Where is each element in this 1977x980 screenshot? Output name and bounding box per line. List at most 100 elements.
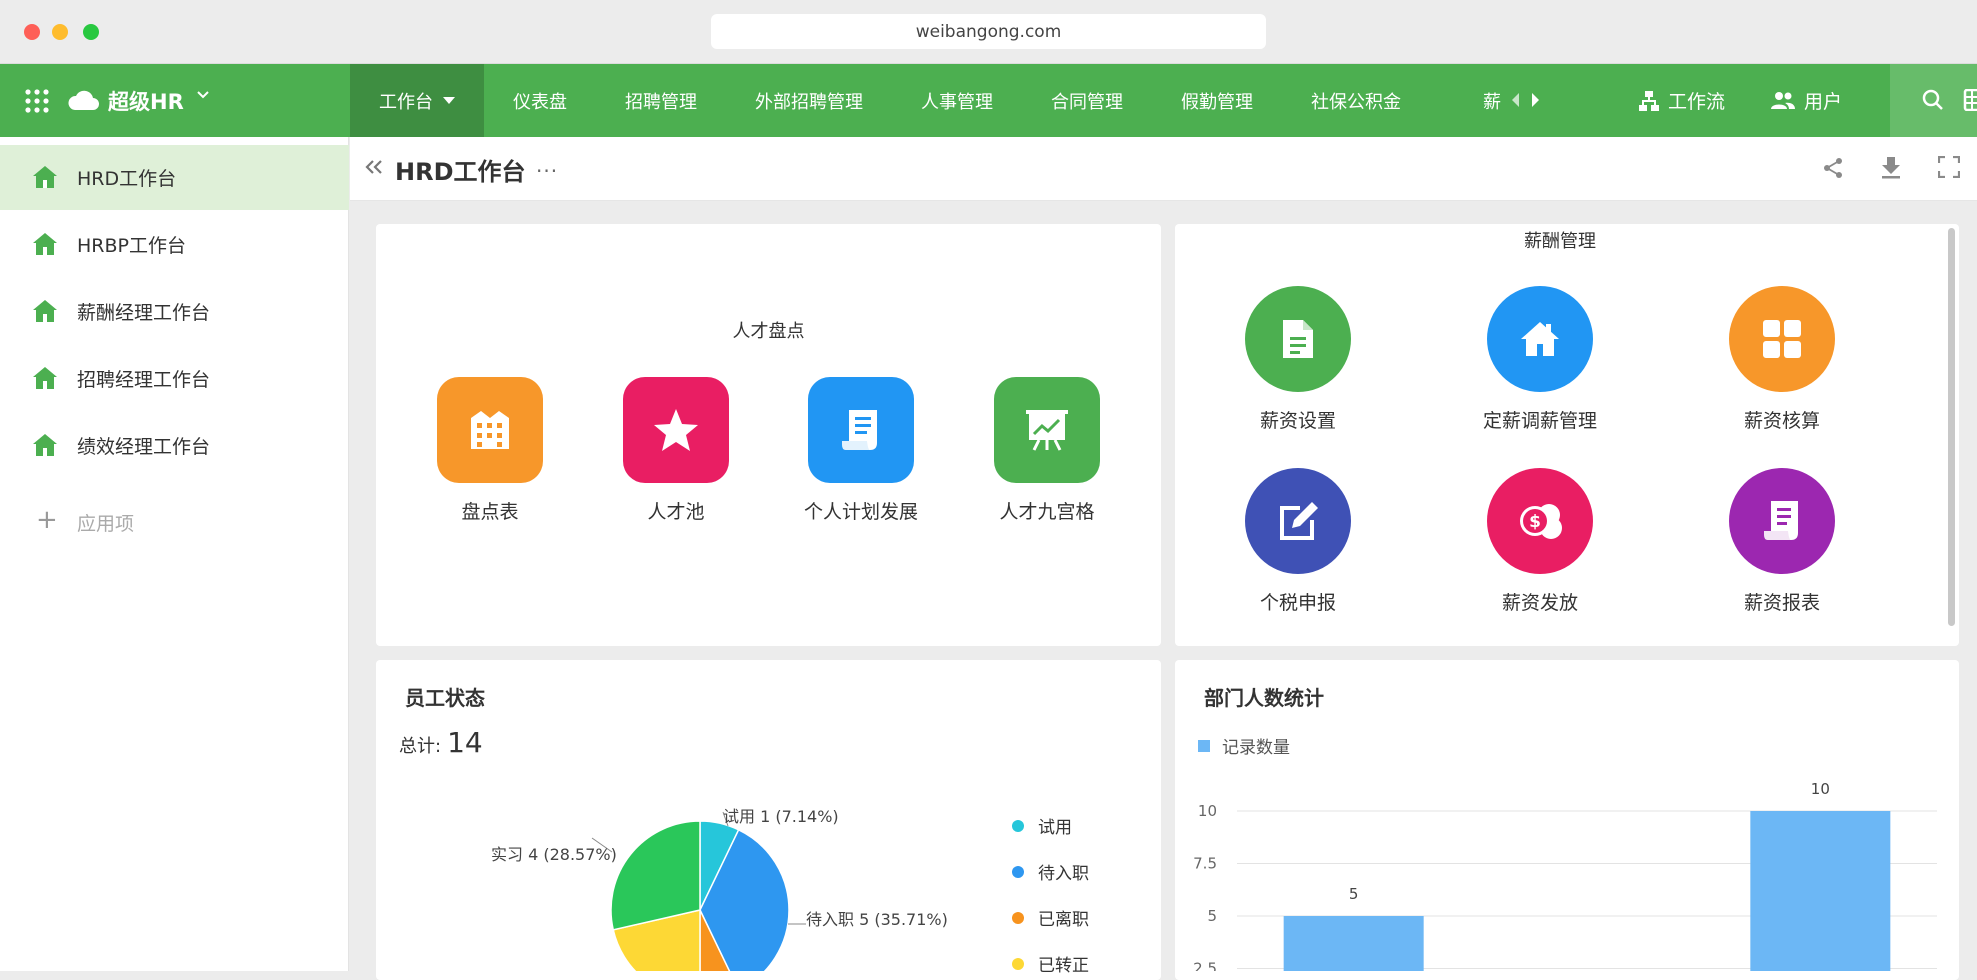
tile-label: 薪资报表 bbox=[1743, 592, 1820, 614]
nav-item-label: 社保公积金 bbox=[1311, 91, 1401, 113]
house-icon bbox=[1521, 322, 1559, 356]
more-options-icon[interactable]: ··· bbox=[536, 159, 558, 183]
plus-icon: + bbox=[36, 505, 58, 535]
tile-label: 个人计划发展 bbox=[803, 501, 918, 523]
close-window-button[interactable] bbox=[24, 24, 40, 40]
tile-salary-adjustment[interactable]: 定薪调薪管理 bbox=[1460, 286, 1620, 433]
page-title: HRD工作台 bbox=[395, 158, 526, 186]
tile-icon-bg bbox=[1245, 468, 1351, 574]
tile-salary-settings[interactable]: 薪资设置 bbox=[1218, 286, 1378, 433]
legend-dot bbox=[1012, 819, 1024, 832]
download-icon[interactable] bbox=[1880, 155, 1902, 179]
tile-icon-bg bbox=[1729, 468, 1835, 574]
bar[interactable] bbox=[1283, 916, 1424, 971]
pie-slice-4[interactable] bbox=[610, 820, 701, 931]
share-icon[interactable] bbox=[1822, 157, 1844, 179]
tile-payroll-calculation[interactable]: 薪资核算 bbox=[1702, 286, 1862, 433]
tile-inventory-sheet[interactable]: 盘点表 bbox=[410, 377, 570, 524]
tile-salary-payment[interactable]: $ 薪资发放 bbox=[1460, 468, 1620, 615]
sidebar-item-performance-workbench[interactable]: 绩效经理工作台 bbox=[0, 413, 349, 478]
nav-item-social-security[interactable]: 社保公积金 bbox=[1282, 64, 1430, 137]
sidebar-item-label: HRBP工作台 bbox=[77, 235, 186, 257]
slice-label-intern: 实习 4 (28.57%) bbox=[491, 845, 617, 864]
tile-label: 人才池 bbox=[647, 501, 705, 523]
maximize-window-button[interactable] bbox=[83, 24, 99, 40]
nav-item-attendance[interactable]: 假勤管理 bbox=[1152, 64, 1282, 137]
nav-item-contract[interactable]: 合同管理 bbox=[1022, 64, 1152, 137]
slice-label-pending: 待入职 5 (35.71%) bbox=[806, 910, 948, 929]
tile-talent-pool[interactable]: 人才池 bbox=[596, 377, 756, 524]
tile-label: 定薪调薪管理 bbox=[1482, 410, 1597, 432]
document-icon bbox=[1283, 320, 1313, 358]
top-navigation: 超级HR 工作台 仪表盘 招聘管理 外部招聘管理 人事管理 合同管理 假勤管理 … bbox=[0, 64, 1977, 137]
legend-label: 记录数量 bbox=[1222, 738, 1290, 758]
tile-icon-bg bbox=[623, 377, 729, 483]
fullscreen-icon[interactable] bbox=[1938, 156, 1960, 178]
total-label: 总计: bbox=[399, 736, 442, 757]
home-icon bbox=[33, 166, 57, 188]
browser-titlebar: weibangong.com bbox=[0, 0, 1977, 64]
talent-review-title: 人才盘点 bbox=[732, 321, 805, 342]
sidebar-item-hrd-workbench[interactable]: HRD工作台 bbox=[0, 145, 349, 210]
y-tick-label: 5 bbox=[1207, 907, 1217, 925]
legend-dot bbox=[1012, 911, 1024, 924]
nav-item-external-recruitment[interactable]: 外部招聘管理 bbox=[726, 64, 892, 137]
tile-income-tax-filing[interactable]: 个税申报 bbox=[1218, 468, 1378, 615]
nav-item-label: 外部招聘管理 bbox=[755, 91, 863, 113]
nav-item-workbench[interactable]: 工作台 bbox=[350, 64, 484, 137]
home-icon bbox=[33, 434, 57, 456]
legend-dot bbox=[1012, 865, 1024, 878]
y-tick-label: 10 bbox=[1198, 802, 1217, 820]
bar-legend-record-count[interactable]: 记录数量 bbox=[1198, 733, 1290, 758]
employee-status-title: 员工状态 bbox=[405, 686, 485, 710]
bar[interactable] bbox=[1750, 811, 1891, 971]
tile-nine-box-grid[interactable]: 人才九宫格 bbox=[967, 377, 1127, 524]
add-app-item-button[interactable]: + 应用项 bbox=[0, 497, 349, 547]
workflow-label: 工作流 bbox=[1668, 91, 1726, 113]
svg-text:$: $ bbox=[1529, 512, 1541, 532]
brand-name: 超级HR bbox=[108, 90, 184, 114]
users-button[interactable]: 用户 bbox=[1770, 64, 1842, 137]
slice-label-trial: 试用 1 (7.14%) bbox=[723, 807, 839, 826]
tile-salary-report[interactable]: 薪资报表 bbox=[1702, 468, 1862, 615]
users-icon bbox=[1771, 91, 1795, 109]
double-chevron-left-icon[interactable] bbox=[364, 158, 384, 176]
total-value: 14 bbox=[447, 726, 483, 759]
legend-dot bbox=[1012, 957, 1024, 970]
tile-label: 薪资核算 bbox=[1743, 410, 1820, 432]
legend-label: 已转正 bbox=[1038, 956, 1089, 976]
nav-item-personnel[interactable]: 人事管理 bbox=[892, 64, 1022, 137]
legend-item-trial[interactable]: 试用 bbox=[1012, 813, 1072, 838]
scroll-document-icon bbox=[842, 410, 877, 450]
home-icon bbox=[33, 233, 57, 255]
nav-item-salary-truncated[interactable]: 薪 bbox=[1483, 64, 1511, 137]
apps-grid-icon[interactable] bbox=[24, 88, 50, 114]
tile-personal-development-plan[interactable]: 个人计划发展 bbox=[781, 377, 941, 524]
sidebar-item-compensation-workbench[interactable]: 薪酬经理工作台 bbox=[0, 279, 349, 344]
salary-card-scrollbar[interactable] bbox=[1948, 228, 1955, 626]
workflow-button[interactable]: 工作流 bbox=[1638, 64, 1725, 137]
legend-item-pending[interactable]: 待入职 bbox=[1012, 859, 1089, 884]
talent-review-card: 人才盘点 盘点表 人才池 个人计划发展 人才九宫格 bbox=[376, 224, 1161, 646]
workflow-icon bbox=[1639, 90, 1659, 111]
legend-swatch bbox=[1198, 739, 1210, 752]
sidebar-item-hrbp-workbench[interactable]: HRBP工作台 bbox=[0, 212, 349, 277]
nav-scroll-right-icon[interactable] bbox=[1530, 91, 1542, 109]
search-icon[interactable] bbox=[1921, 88, 1945, 112]
cloud-icon bbox=[68, 90, 99, 110]
nav-item-label: 合同管理 bbox=[1051, 91, 1123, 113]
tile-icon-bg: $ bbox=[1487, 468, 1593, 574]
nav-scroll-left-icon[interactable] bbox=[1509, 91, 1521, 109]
nav-item-recruitment[interactable]: 招聘管理 bbox=[596, 64, 726, 137]
minimize-window-button[interactable] bbox=[52, 24, 68, 40]
bar-value-label: 5 bbox=[1349, 885, 1359, 903]
legend-item-resigned[interactable]: 已离职 bbox=[1012, 905, 1089, 930]
nav-item-dashboard[interactable]: 仪表盘 bbox=[484, 64, 596, 137]
address-bar[interactable]: weibangong.com bbox=[711, 14, 1266, 49]
brand-switcher[interactable]: 超级HR bbox=[0, 64, 350, 137]
table-icon[interactable] bbox=[1963, 89, 1977, 111]
sidebar-item-recruiting-workbench[interactable]: 招聘经理工作台 bbox=[0, 346, 349, 411]
legend-item-regular[interactable]: 已转正 bbox=[1012, 951, 1089, 976]
tile-label: 薪资设置 bbox=[1259, 410, 1336, 432]
legend-label: 待入职 bbox=[1038, 864, 1089, 884]
